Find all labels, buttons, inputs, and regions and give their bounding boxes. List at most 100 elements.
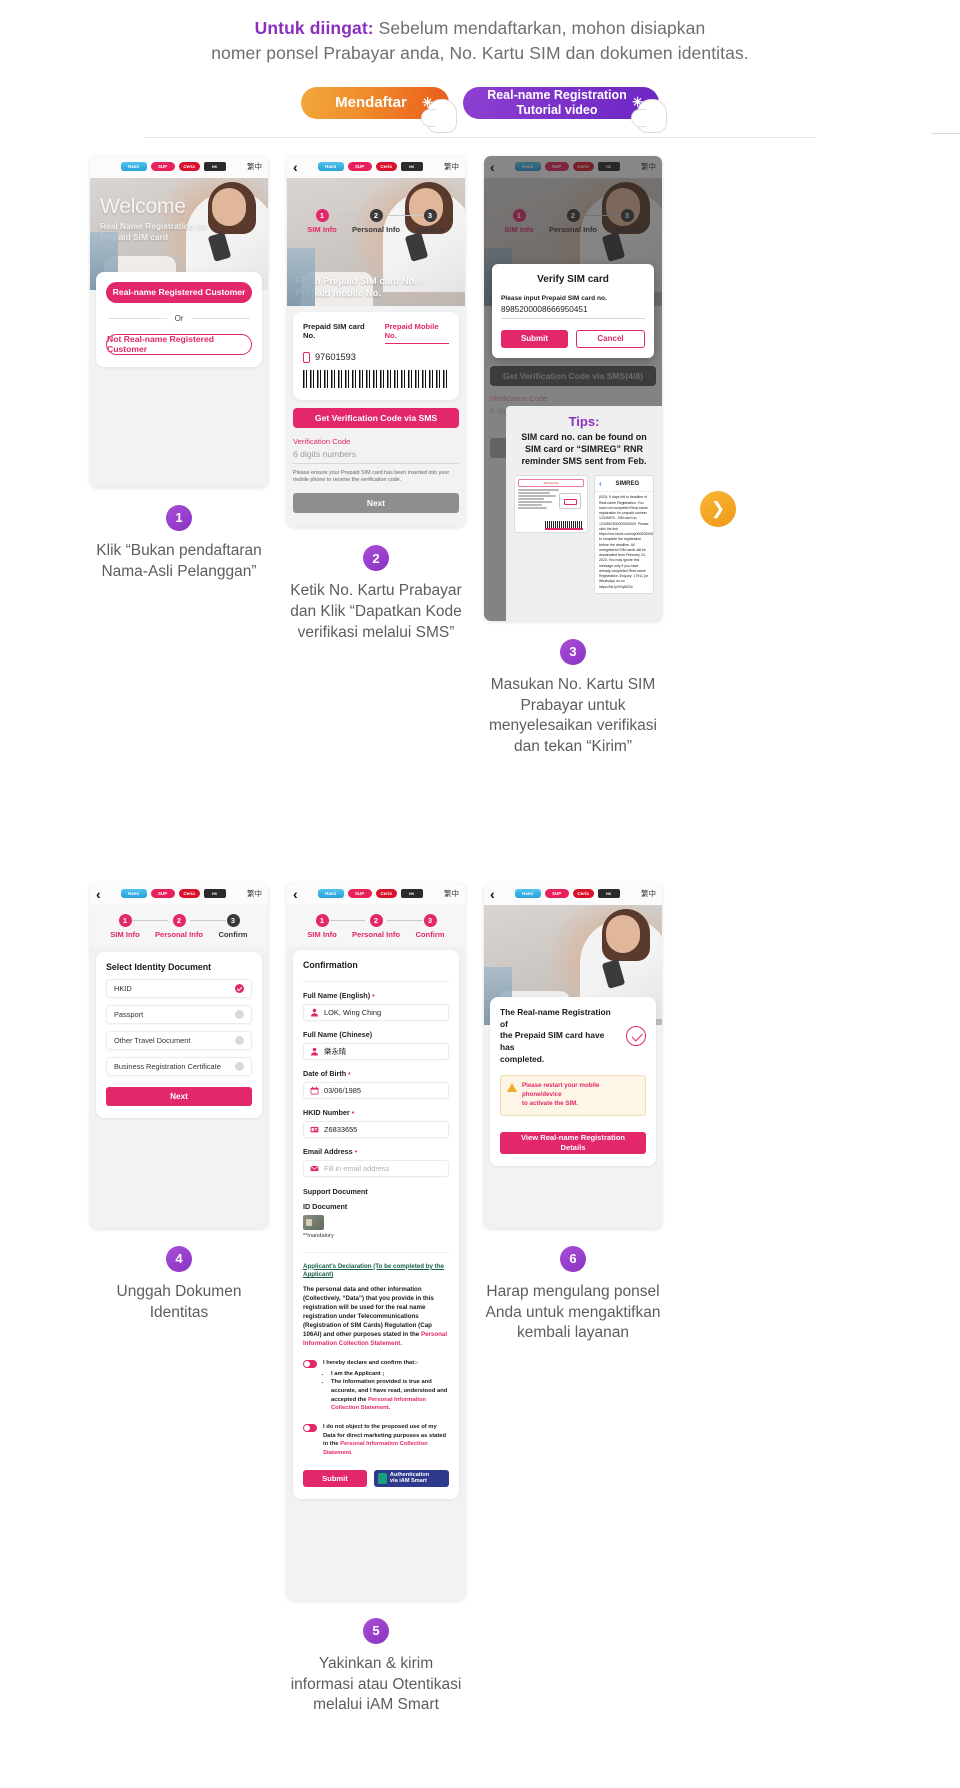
back-chevron-icon-6[interactable]: ‹: [490, 887, 504, 901]
tutorial-label-line1: Real-name Registration: [487, 88, 627, 103]
language-toggle-2[interactable]: 繁中: [444, 161, 459, 172]
dialog-sim-no-input[interactable]: 8985200008666950451: [501, 302, 645, 319]
view-registration-details-button[interactable]: View Real-name Registration Details: [500, 1131, 646, 1154]
dialog-cancel-button[interactable]: Cancel: [576, 329, 645, 348]
phone5-submit-button[interactable]: Submit: [303, 1469, 367, 1487]
applicants-declaration-heading[interactable]: Applicant's Declaration (To be completed…: [303, 1263, 449, 1280]
completion-title-line1: The Real-name Registration of: [500, 1006, 611, 1029]
phone2-sim-card-input-card: Prepaid SIM card No. Prepaid Mobile No. …: [293, 311, 459, 400]
logo-supreme-icon: SUP: [544, 889, 569, 899]
iam-smart-auth-button[interactable]: Authentication via iAM Smart: [373, 1469, 449, 1487]
field-value-hkid-number: Z6833655: [324, 1124, 358, 1134]
sim-card-barcode-highlight: [545, 528, 583, 531]
doc-option-hkid[interactable]: HKID: [106, 978, 252, 998]
doc-option-business-reg[interactable]: Business Registration Certificate: [106, 1056, 252, 1076]
id-document-thumbnail[interactable]: [303, 1214, 324, 1230]
step-cell-3: ‹ Hami SUP Ceria HK 繁中: [484, 155, 662, 758]
register-button[interactable]: Mendaftar ✳: [301, 86, 457, 133]
required-mark: •: [346, 1068, 351, 1078]
field-hkid-number[interactable]: Z6833655: [303, 1120, 449, 1138]
back-chevron-icon-5[interactable]: ‹: [293, 887, 307, 901]
envelope-icon: [310, 1165, 319, 1171]
logo-hongkong-icon: HK: [203, 889, 226, 899]
field-full-name-english[interactable]: LOK, Wing Ching: [303, 1003, 449, 1021]
step-indicator-sim-info: 1 SIM Info: [99, 913, 151, 939]
get-verification-code-button[interactable]: Get Verification Code via SMS: [293, 407, 459, 428]
logo-ceria-icon: Ceria: [178, 162, 200, 172]
phone2-input-row[interactable]: 97601593: [303, 351, 449, 363]
back-chevron-icon-4[interactable]: ‹: [96, 887, 110, 901]
label-text: Date of Birth: [303, 1068, 347, 1078]
verification-code-label: Verification Code: [293, 436, 351, 446]
language-toggle-6[interactable]: 繁中: [641, 888, 656, 899]
phone2-topbar: ‹ Hami SUP Ceria HK 繁中: [287, 155, 465, 178]
brand-logos: Hami SUP Ceria HK: [120, 162, 226, 172]
doc-option-passport-label: Passport: [114, 1009, 144, 1019]
doc-option-passport[interactable]: Passport: [106, 1004, 252, 1024]
step-indicator-confirm: 3 Confirm: [207, 913, 259, 939]
language-toggle-5[interactable]: 繁中: [444, 888, 459, 899]
step-caption-5: Yakinkan & kirim informasi atau Otentika…: [290, 1654, 462, 1714]
field-full-name-chinese[interactable]: 樂永晴: [303, 1042, 449, 1060]
tutorial-video-button[interactable]: Real-name Registration Tutorial video ✳: [463, 86, 667, 133]
language-toggle-4[interactable]: 繁中: [247, 888, 262, 899]
sms-back-icon: ‹: [599, 479, 602, 489]
completion-title-line3: completed.: [500, 1053, 545, 1064]
field-placeholder-email-address: Fill in email address: [324, 1163, 390, 1173]
logo-hami-icon: Hami: [514, 889, 541, 899]
step-indicator-confirm: 3 Confirm: [404, 208, 456, 234]
declaration-checkbox-row-1[interactable]: I hereby declare and confirm that:- I am…: [303, 1359, 449, 1413]
language-toggle[interactable]: 繁中: [247, 161, 262, 172]
sim-chip-outline: [559, 493, 581, 510]
phone-mockup-1: ‹ Hami SUP Ceria HK 繁中 W: [90, 155, 268, 487]
logo-hongkong-icon: HK: [597, 889, 620, 899]
phone2-verification-group: Verification Code 6 digits numbers Pleas…: [293, 437, 459, 485]
required-mark: •: [370, 990, 375, 1000]
brand-logos-5: Hami SUP Ceria HK: [317, 889, 423, 899]
logo-ceria-icon: Ceria: [572, 889, 594, 899]
welcome-block: Welcome Real Name Registration for Prepa…: [100, 196, 208, 243]
real-name-registered-customer-button[interactable]: Real-name Registered Customer: [106, 281, 252, 303]
required-mark: •: [352, 1146, 358, 1156]
not-real-name-registered-customer-button[interactable]: Not Real-name Registered Customer: [106, 333, 252, 355]
step-cell-5: ‹ Hami SUP Ceria HK 繁中 1 SIM Info 2 Pers…: [287, 882, 465, 1716]
or-line-left: [108, 317, 167, 319]
doc-option-business-reg-radio[interactable]: [235, 1061, 244, 1071]
doc-option-hkid-radio[interactable]: [235, 983, 244, 993]
or-label: Or: [174, 313, 184, 323]
dialog-submit-button[interactable]: Submit: [501, 329, 568, 348]
field-date-of-birth[interactable]: 03/06/1985: [303, 1081, 449, 1099]
restart-warning-text: Please restart your mobile phone/device …: [522, 1082, 639, 1109]
doc-option-other-travel[interactable]: Other Travel Document: [106, 1030, 252, 1050]
phone1-empty-space: [90, 367, 268, 487]
back-chevron-icon-2[interactable]: ‹: [293, 160, 307, 174]
phone4-next-button[interactable]: Next: [106, 1086, 252, 1106]
step-dot-2: 2: [369, 208, 383, 222]
declaration-checkbox-row-2[interactable]: I do not object to the proposed use of m…: [303, 1423, 449, 1458]
doc-option-passport-radio[interactable]: [235, 1009, 244, 1019]
tab-prepaid-mobile-no[interactable]: Prepaid Mobile No.: [384, 322, 449, 344]
step-indicator-sim-info: 1 SIM Info: [296, 208, 348, 234]
label-text: Full Name (English): [303, 990, 371, 1000]
step-dot-3: 3: [226, 913, 240, 927]
step-dot-2: 2: [172, 913, 186, 927]
hero-caption-line1: Fill in Prepaid SIM card No. /: [296, 275, 423, 287]
phone2-actions: Get Verification Code via SMS Verificati…: [287, 407, 465, 528]
declaration-toggle-2[interactable]: [303, 1424, 317, 1433]
logo-hami-icon: Hami: [317, 162, 344, 172]
hero-caption-line2: Prepaid mobile No.: [296, 287, 381, 298]
header-divider: [144, 136, 816, 138]
verification-code-input[interactable]: 6 digits numbers: [293, 449, 459, 459]
field-value-full-name-english: LOK, Wing Ching: [324, 1007, 382, 1017]
phone4-steps-wrap: 1 SIM Info 2 Personal Info 3 Confirm: [90, 904, 268, 946]
iam-smart-logo-icon: [377, 1472, 387, 1484]
next-arrow-button[interactable]: ❯: [700, 490, 736, 527]
declaration-paragraph-plain: The personal data and other information …: [303, 1286, 434, 1339]
next-button-disabled[interactable]: Next: [293, 493, 459, 514]
tab-prepaid-sim-card-no[interactable]: Prepaid SIM card No.: [303, 322, 375, 343]
step-badge-1: 1: [166, 504, 192, 531]
field-email-address[interactable]: Fill in email address: [303, 1159, 449, 1177]
doc-option-other-travel-radio[interactable]: [235, 1035, 244, 1045]
declaration-toggle-1[interactable]: [303, 1359, 317, 1368]
step-line-1: [132, 919, 168, 921]
